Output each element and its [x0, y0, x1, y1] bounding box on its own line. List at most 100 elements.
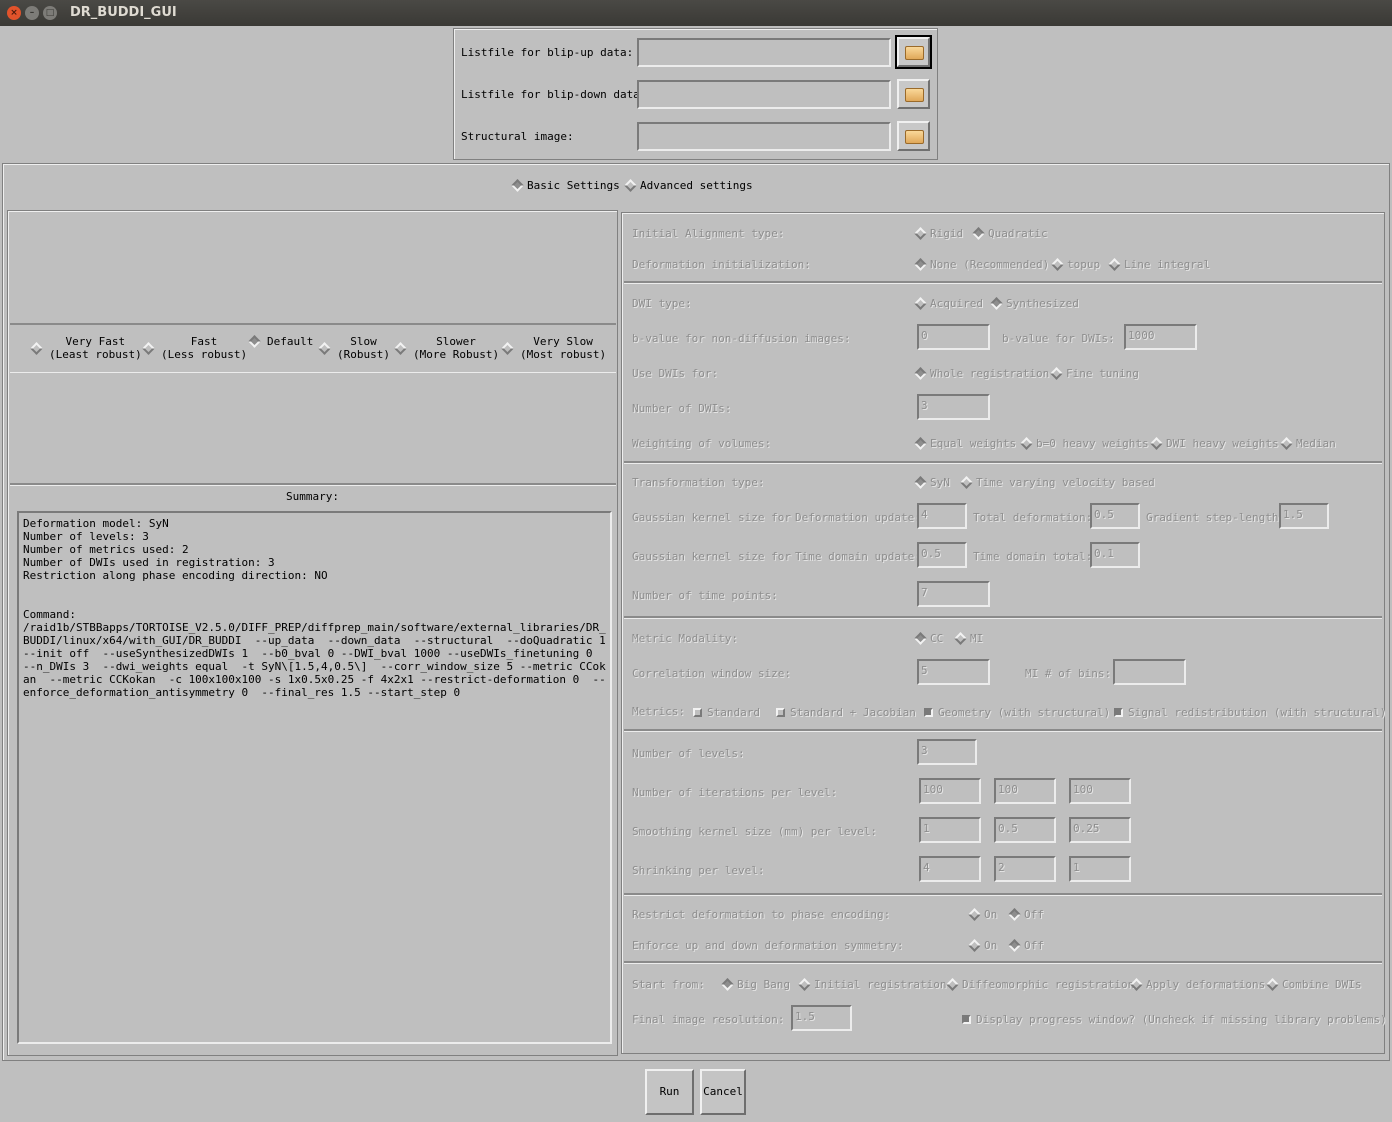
field-input[interactable]: 4	[917, 503, 967, 529]
field-input[interactable]: 100	[919, 778, 981, 804]
radio-deform_init[interactable]: None (Recommended)	[914, 258, 1049, 271]
radio-icon	[1051, 258, 1064, 271]
field-input[interactable]: 1.5	[791, 1005, 852, 1031]
speed-option[interactable]: Slow (Robust)	[318, 335, 390, 361]
progress-checkbox[interactable]: Display progress window? (Uncheck if mis…	[962, 1013, 1387, 1026]
radio-dwi_type[interactable]: Acquired	[914, 297, 983, 310]
section-divider	[624, 729, 1382, 732]
radio-restrict[interactable]: Off	[1008, 908, 1044, 921]
radio-metric_mod[interactable]: MI	[954, 632, 983, 645]
radio-use_dwis[interactable]: Whole registration	[914, 367, 1049, 380]
speed-label: Slow (Robust)	[337, 335, 390, 361]
speed-option[interactable]: Default	[248, 335, 314, 348]
radio-weighting[interactable]: b=0 heavy weights	[1020, 437, 1149, 450]
tab-basic[interactable]: Basic Settings	[511, 179, 620, 192]
radio-start[interactable]: Initial registration	[798, 978, 947, 991]
field-input[interactable]: 0.25	[1069, 817, 1131, 843]
radio-init_align[interactable]: Quadratic	[972, 227, 1048, 240]
radio-enforce[interactable]: On	[968, 939, 997, 952]
field-input[interactable]: 1	[919, 817, 981, 843]
checkbox-label: Standard	[707, 706, 760, 719]
metric-checkbox[interactable]: Geometry (with structural)	[924, 706, 1110, 719]
speed-option[interactable]: Slower (More Robust)	[394, 335, 500, 361]
tab-advanced[interactable]: Advanced settings	[624, 179, 753, 192]
radio-start[interactable]: Diffeomorphic registration	[946, 978, 1134, 991]
file-path-input[interactable]	[637, 122, 891, 151]
browse-button[interactable]	[897, 121, 930, 151]
field-input[interactable]: 2	[994, 856, 1056, 882]
radio-enforce[interactable]: Off	[1008, 939, 1044, 952]
speed-option[interactable]: Very Fast (Least robust)	[30, 335, 142, 361]
file-path-input[interactable]	[637, 80, 891, 109]
checkbox-icon	[693, 708, 702, 717]
field-input[interactable]	[1113, 659, 1186, 685]
radio-label: Big Bang	[737, 978, 790, 991]
radio-icon	[1108, 258, 1121, 271]
radio-icon	[972, 227, 985, 240]
radio-metric_mod[interactable]: CC	[914, 632, 943, 645]
radio-transform[interactable]: Time varying velocity based	[960, 476, 1155, 489]
radio-deform_init[interactable]: Line integral	[1108, 258, 1211, 271]
file-path-input[interactable]	[637, 38, 891, 67]
folder-icon	[905, 130, 924, 144]
speed-option[interactable]: Fast (Less robust)	[142, 335, 247, 361]
radio-start[interactable]: Combine DWIs	[1266, 978, 1362, 991]
speed-label: Default	[267, 335, 314, 348]
metric-checkbox[interactable]: Standard + Jacobian	[776, 706, 916, 719]
browse-button[interactable]	[897, 79, 930, 109]
speed-option[interactable]: Very Slow (Most robust)	[501, 335, 606, 361]
radio-label: Off	[1024, 908, 1044, 921]
field-label: Metric Modality:	[632, 632, 738, 645]
field-input[interactable]: 100	[1069, 778, 1131, 804]
radio-label: Apply deformations	[1146, 978, 1266, 991]
radio-deform_init[interactable]: topup	[1051, 258, 1100, 271]
field-label: MI # of bins:	[1025, 667, 1112, 680]
radio-label: On	[984, 908, 998, 921]
radio-weighting[interactable]: DWI heavy weights	[1150, 437, 1279, 450]
radio-weighting[interactable]: Equal weights	[914, 437, 1016, 450]
field-input[interactable]: 0.5	[994, 817, 1056, 843]
speed-label: Slower (More Robust)	[413, 335, 500, 361]
field-input[interactable]: 3	[917, 394, 990, 420]
field-label: Number of DWIs:	[632, 402, 732, 415]
radio-init_align[interactable]: Rigid	[914, 227, 963, 240]
field-input[interactable]: 0.1	[1090, 542, 1140, 568]
browse-button[interactable]	[895, 35, 932, 69]
radio-start[interactable]: Big Bang	[721, 978, 790, 991]
field-input[interactable]: 3	[917, 739, 977, 765]
field-input[interactable]: 7	[917, 581, 990, 607]
radio-use_dwis[interactable]: Fine tuning	[1050, 367, 1139, 380]
radio-label: Line integral	[1124, 258, 1211, 271]
radio-label: Median	[1296, 437, 1336, 450]
tab-label: Basic Settings	[527, 179, 620, 192]
metric-checkbox[interactable]: Standard	[693, 706, 760, 719]
minimize-icon[interactable]: –	[25, 6, 39, 20]
field-input[interactable]: 100	[994, 778, 1056, 804]
metric-checkbox[interactable]: Signal redistribution (with structural)	[1114, 706, 1386, 719]
run-button[interactable]: Run	[645, 1069, 694, 1115]
field-input[interactable]: 1000	[1124, 324, 1197, 350]
radio-dwi_type[interactable]: Synthesized	[990, 297, 1079, 310]
radio-icon	[914, 367, 927, 380]
radio-label: Initial registration	[814, 978, 947, 991]
summary-textbox[interactable]: Deformation model: SyN Number of levels:…	[17, 511, 612, 1044]
close-icon[interactable]: ×	[7, 6, 21, 20]
field-input[interactable]: 0	[917, 324, 990, 350]
radio-label: Combine DWIs	[1282, 978, 1362, 991]
radio-transform[interactable]: SyN	[914, 476, 950, 489]
field-input[interactable]: 4	[919, 856, 981, 882]
field-input[interactable]: 5	[917, 659, 990, 685]
radio-weighting[interactable]: Median	[1280, 437, 1336, 450]
field-input[interactable]: 1.5	[1279, 503, 1329, 529]
field-label: Number of levels:	[632, 747, 745, 760]
field-input[interactable]: 1	[1069, 856, 1131, 882]
maximize-icon[interactable]: □	[43, 6, 57, 20]
radio-icon	[1266, 978, 1279, 991]
radio-label: Time varying velocity based	[976, 476, 1155, 489]
field-input[interactable]: 0.5	[917, 542, 967, 568]
field-input[interactable]: 0.5	[1090, 503, 1140, 529]
cancel-button[interactable]: Cancel	[700, 1069, 746, 1115]
radio-start[interactable]: Apply deformations	[1130, 978, 1266, 991]
radio-restrict[interactable]: On	[968, 908, 998, 921]
field-label: Metrics:	[632, 705, 685, 718]
